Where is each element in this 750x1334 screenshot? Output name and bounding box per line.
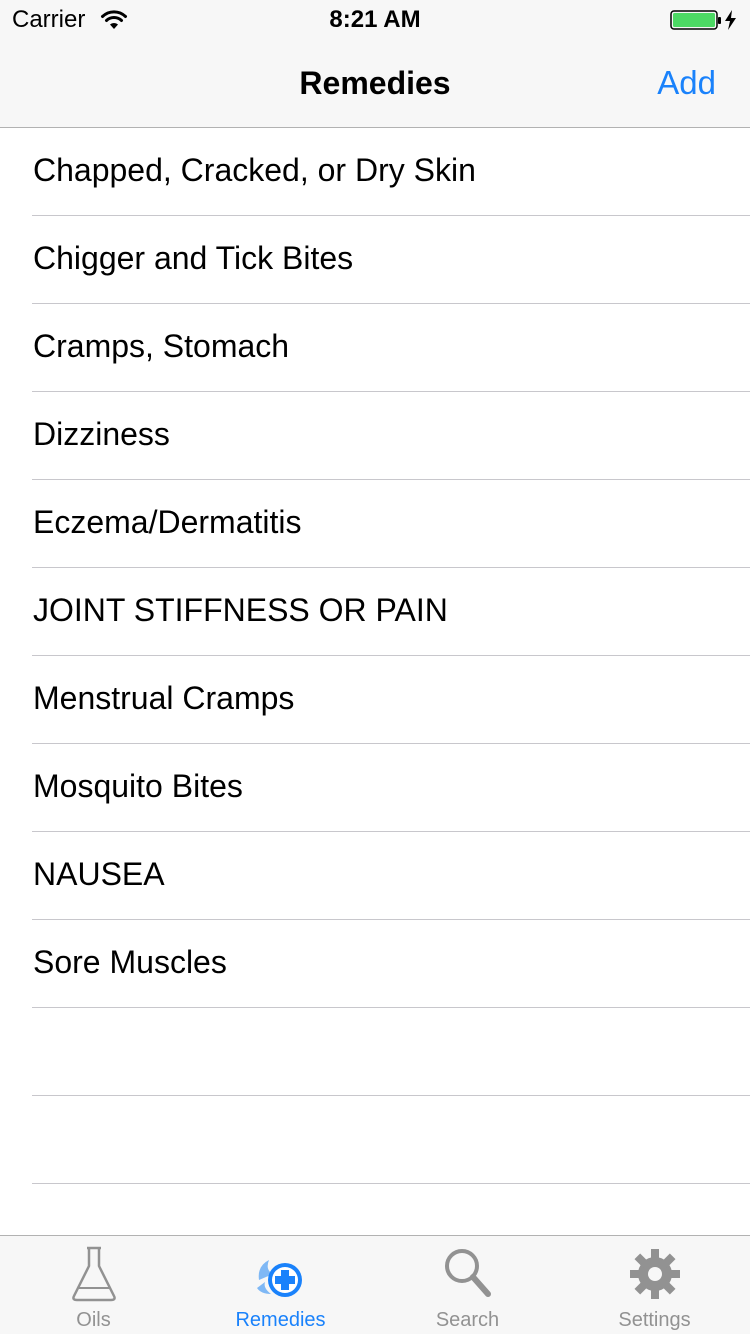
tab-label: Oils [76,1309,111,1331]
remedy-row[interactable]: Sore Muscles [0,920,750,1008]
tab-remedies[interactable]: Remedies [187,1236,374,1334]
remedy-label: Mosquito Bites [33,768,243,804]
remedy-row[interactable]: Chapped, Cracked, or Dry Skin [0,128,750,216]
tab-bar: Oils Remedies Search Settings [0,1235,750,1334]
remedy-label: Eczema/Dermatitis [33,504,302,540]
empty-row [0,1008,750,1096]
add-button[interactable]: Add [657,64,716,102]
remedy-label: Chigger and Tick Bites [33,240,354,276]
remedy-row[interactable]: Eczema/Dermatitis [0,480,750,568]
status-time: 8:21 AM [329,6,421,33]
remedy-row[interactable]: Mosquito Bites [0,744,750,832]
remedy-row[interactable]: JOINT STIFFNESS OR PAIN [0,568,750,656]
remedy-label: Dizziness [33,416,170,452]
page-title: Remedies [299,65,451,101]
tab-label: Remedies [235,1309,326,1331]
remedy-label: Chapped, Cracked, or Dry Skin [33,152,476,188]
gear-icon [629,1249,680,1299]
magnifier-icon [444,1249,491,1297]
remedy-label: Sore Muscles [33,944,227,980]
remedy-label: Menstrual Cramps [33,680,295,716]
tab-label: Search [435,1309,500,1331]
remedy-row[interactable]: Chigger and Tick Bites [0,216,750,304]
remedy-row[interactable]: Menstrual Cramps [0,656,750,744]
remedy-label: Cramps, Stomach [33,328,290,364]
remedy-cross-icon [256,1260,302,1297]
tab-oils[interactable]: Oils [0,1236,187,1334]
flask-icon [71,1246,116,1302]
tab-label: Settings [618,1309,691,1331]
empty-row [0,1096,750,1184]
navigation-bar: Remedies Add [0,40,750,128]
remedy-row[interactable]: NAUSEA [0,832,750,920]
remedy-row[interactable]: Cramps, Stomach [0,304,750,392]
tab-search[interactable]: Search [374,1236,561,1334]
remedies-list: Chapped, Cracked, or Dry Skin Chigger an… [0,128,750,1184]
remedies-screen: Carrier 8:21 AM Remedies Add Chapped, Cr… [0,0,750,1334]
battery-icon [670,10,736,30]
status-bar: Carrier 8:21 AM [0,0,750,40]
remedy-row[interactable]: Dizziness [0,392,750,480]
remedy-label: JOINT STIFFNESS OR PAIN [33,592,448,628]
tab-settings[interactable]: Settings [561,1236,748,1334]
remedy-label: NAUSEA [33,856,165,892]
